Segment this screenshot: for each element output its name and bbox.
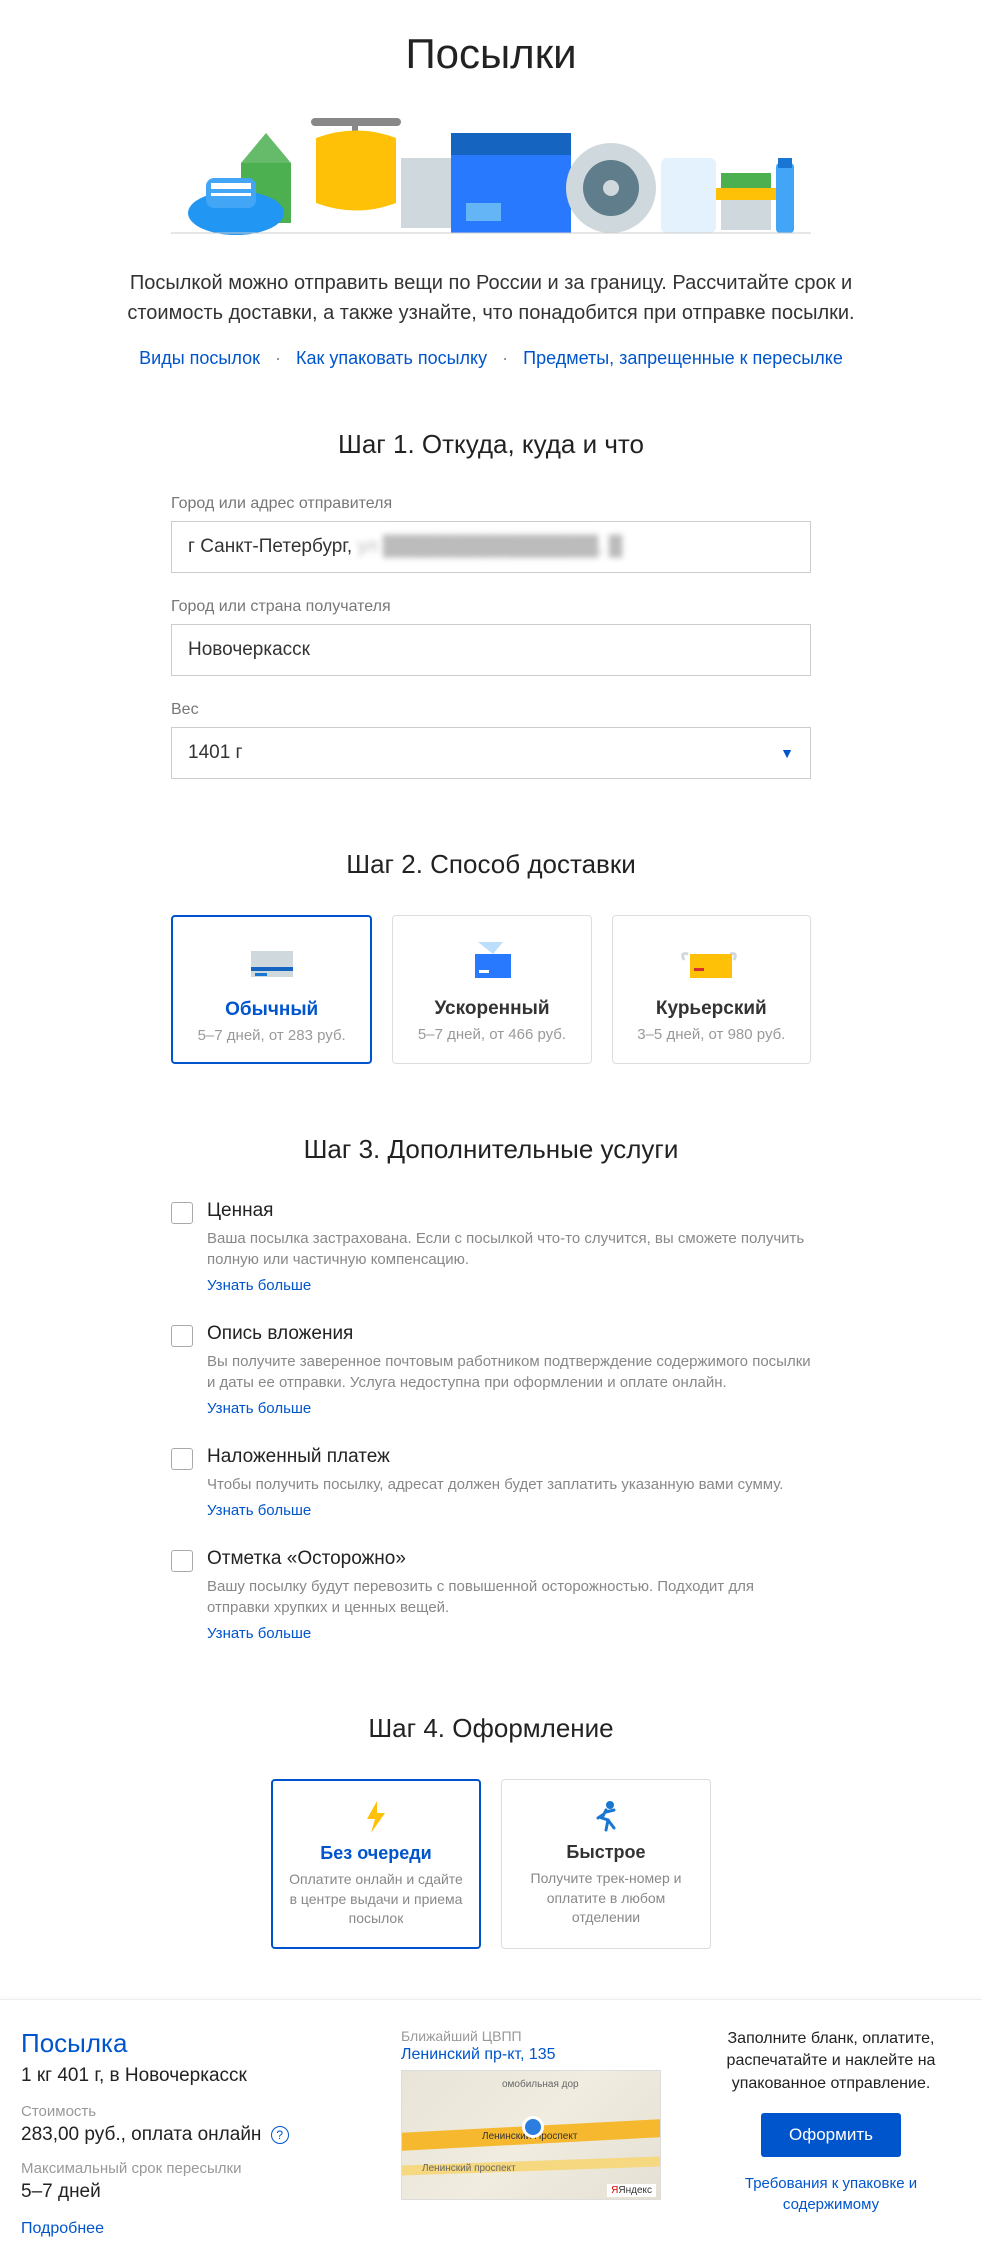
delivery-option-standard[interactable]: Обычный 5–7 дней, от 283 руб. <box>171 915 372 1064</box>
delivery-option-courier[interactable]: Курьерский 3–5 дней, от 980 руб. <box>612 915 811 1064</box>
service-valuable-link[interactable]: Узнать больше <box>207 1277 311 1294</box>
service-fragile-title: Отметка «Осторожно» <box>207 1548 811 1570</box>
from-label: Город или адрес отправителя <box>171 495 811 513</box>
delivery-option-express[interactable]: Ускоренный 5–7 дней, от 466 руб. <box>392 915 591 1064</box>
delivery-standard-title: Обычный <box>183 999 360 1021</box>
delivery-express-title: Ускоренный <box>403 998 580 1020</box>
fast-package-icon <box>403 938 580 986</box>
summary-heading: Посылка <box>21 2028 371 2059</box>
checkout-noqueue-sub: Оплатите онлайн и сдайте в центре выдачи… <box>287 1870 465 1929</box>
service-inventory-desc: Вы получите заверенное почтовым работник… <box>207 1351 811 1393</box>
link-forbidden-items[interactable]: Предметы, запрещенные к пересылке <box>523 348 843 368</box>
checkout-option-fast[interactable]: Быстрое Получите трек-номер и оплатите в… <box>501 1779 711 1949</box>
delivery-courier-title: Курьерский <box>623 998 800 1020</box>
map-label: Ближайший ЦВПП <box>401 2028 671 2044</box>
service-cod-link[interactable]: Узнать больше <box>207 1502 311 1519</box>
checkbox-fragile[interactable] <box>171 1550 193 1572</box>
link-how-to-pack[interactable]: Как упаковать посылку <box>296 348 487 368</box>
delivery-courier-sub: 3–5 дней, от 980 руб. <box>623 1026 800 1043</box>
lightning-icon <box>287 1799 465 1835</box>
delivery-express-sub: 5–7 дней, от 466 руб. <box>403 1026 580 1043</box>
checkout-fast-sub: Получите трек-номер и оплатите в любом о… <box>516 1869 696 1928</box>
service-inventory-title: Опись вложения <box>207 1323 811 1345</box>
to-label: Город или страна получателя <box>171 598 811 616</box>
chevron-down-icon: ▼ <box>780 745 794 761</box>
hero-illustration <box>171 103 811 243</box>
summary-more-link[interactable]: Подробнее <box>21 2220 104 2237</box>
service-item-inventory: Опись вложения Вы получите заверенное по… <box>171 1323 811 1418</box>
service-valuable-title: Ценная <box>207 1200 811 1222</box>
checkbox-inventory[interactable] <box>171 1325 193 1347</box>
map-pin-icon <box>522 2116 544 2138</box>
service-cod-desc: Чтобы получить посылку, адресат должен б… <box>207 1474 811 1495</box>
summary-cost-value: 283,00 руб., оплата онлайн ? <box>21 2124 371 2146</box>
from-input[interactable]: г Санкт-Петербург, ул ████████████████, … <box>171 521 811 573</box>
map-address[interactable]: Ленинский пр-кт, 135 <box>401 2046 671 2064</box>
checkbox-valuable[interactable] <box>171 1202 193 1224</box>
step4-title: Шаг 4. Оформление <box>0 1713 982 1744</box>
intro-links: Виды посылок · Как упаковать посылку · П… <box>0 348 982 369</box>
service-item-valuable: Ценная Ваша посылка застрахована. Если с… <box>171 1200 811 1295</box>
checkbox-cod[interactable] <box>171 1448 193 1470</box>
running-person-icon <box>516 1798 696 1834</box>
checkout-noqueue-title: Без очереди <box>287 1843 465 1864</box>
service-valuable-desc: Ваша посылка застрахована. Если с посылк… <box>207 1228 811 1270</box>
service-inventory-link[interactable]: Узнать больше <box>207 1400 311 1417</box>
delivery-standard-sub: 5–7 дней, от 283 руб. <box>183 1027 360 1044</box>
weight-select[interactable]: 1401 г ▼ <box>171 727 811 779</box>
service-item-fragile: Отметка «Осторожно» Вашу посылку будут п… <box>171 1548 811 1643</box>
step3-title: Шаг 3. Дополнительные услуги <box>0 1134 982 1165</box>
summary-time-value: 5–7 дней <box>21 2181 371 2203</box>
summary-time-label: Максимальный срок пересылки <box>21 2160 371 2177</box>
submit-button[interactable]: Оформить <box>761 2113 901 2157</box>
intro-text: Посылкой можно отправить вещи по России … <box>101 268 881 328</box>
summary-cost-label: Стоимость <box>21 2103 371 2120</box>
service-fragile-link[interactable]: Узнать больше <box>207 1625 311 1642</box>
to-input[interactable]: Новочеркасск <box>171 624 811 676</box>
courier-package-icon <box>623 938 800 986</box>
checkout-option-noqueue[interactable]: Без очереди Оплатите онлайн и сдайте в ц… <box>271 1779 481 1949</box>
requirements-link[interactable]: Требования к упаковке и содержимому <box>701 2173 961 2215</box>
link-parcel-types[interactable]: Виды посылок <box>139 348 260 368</box>
info-icon[interactable]: ? <box>271 2126 289 2144</box>
checkout-fast-title: Быстрое <box>516 1842 696 1863</box>
step2-title: Шаг 2. Способ доставки <box>0 849 982 880</box>
step1-title: Шаг 1. Откуда, куда и что <box>0 429 982 460</box>
weight-label: Вес <box>171 701 811 719</box>
page-title: Посылки <box>0 30 982 78</box>
package-icon <box>183 939 360 987</box>
summary-bar: Посылка 1 кг 401 г, в Новочеркасск Стоим… <box>0 1999 982 2266</box>
service-fragile-desc: Вашу посылку будут перевозить с повышенн… <box>207 1576 811 1618</box>
summary-instructions: Заполните бланк, оплатите, распечатайте … <box>701 2028 961 2095</box>
summary-weight-dest: 1 кг 401 г, в Новочеркасск <box>21 2065 371 2087</box>
service-item-cod: Наложенный платеж Чтобы получить посылку… <box>171 1446 811 1520</box>
yandex-logo: ЯЯндекс <box>607 2184 656 2197</box>
map-widget[interactable]: омобильная дор Ленинский Проспект Ленинс… <box>401 2070 661 2200</box>
service-cod-title: Наложенный платеж <box>207 1446 811 1468</box>
